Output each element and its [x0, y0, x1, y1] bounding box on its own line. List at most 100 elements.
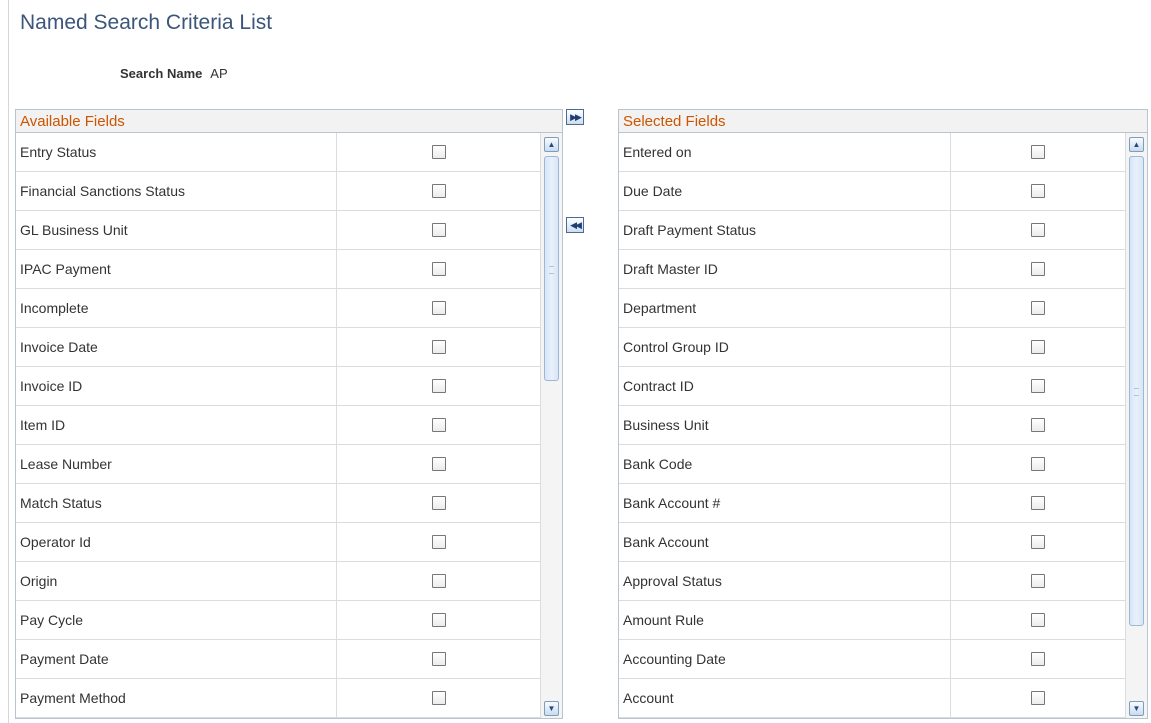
- selected-fields-grid: Selected Fields Entered on Due Date Draft …: [618, 109, 1148, 719]
- table-row: Amount Rule: [619, 601, 1125, 640]
- field-name: Invoice ID: [16, 367, 337, 405]
- search-name-value: AP: [210, 66, 228, 81]
- row-checkbox[interactable]: [431, 535, 446, 549]
- row-checkbox[interactable]: [431, 145, 446, 159]
- search-name-field: Search Name AP: [120, 66, 228, 81]
- select-cell: [951, 484, 1125, 522]
- table-row: Lease Number: [16, 445, 540, 484]
- row-checkbox[interactable]: [1031, 691, 1045, 705]
- row-checkbox[interactable]: [431, 574, 446, 588]
- table-row: Item ID: [16, 406, 540, 445]
- row-checkbox[interactable]: [1031, 418, 1045, 432]
- row-checkbox[interactable]: [1031, 652, 1045, 666]
- row-checkbox[interactable]: [1031, 262, 1045, 276]
- table-row: Bank Account: [619, 523, 1125, 562]
- row-checkbox[interactable]: [431, 652, 446, 666]
- scroll-down-arrow-icon[interactable]: ▼: [544, 701, 559, 716]
- select-cell: [951, 445, 1125, 483]
- table-row: Financial Sanctions Status: [16, 172, 540, 211]
- table-row: Invoice Date: [16, 328, 540, 367]
- select-cell: [337, 640, 540, 678]
- row-checkbox[interactable]: [1031, 340, 1045, 354]
- table-row: Payment Date: [16, 640, 540, 679]
- row-checkbox[interactable]: [1031, 145, 1045, 159]
- field-name: Amount Rule: [619, 601, 951, 639]
- select-cell: [951, 211, 1125, 249]
- scroll-up-arrow-icon[interactable]: ▲: [1129, 137, 1144, 152]
- row-checkbox[interactable]: [431, 691, 446, 705]
- row-checkbox[interactable]: [1031, 535, 1045, 549]
- table-row: Pay Cycle: [16, 601, 540, 640]
- select-cell: [951, 250, 1125, 288]
- select-cell: [951, 328, 1125, 366]
- scroll-up-arrow-icon[interactable]: ▲: [544, 137, 559, 152]
- field-name: IPAC Payment: [16, 250, 337, 288]
- page-title: Named Search Criteria List: [20, 11, 273, 34]
- move-to-available-button[interactable]: ◀◀: [566, 217, 584, 233]
- row-checkbox[interactable]: [431, 496, 446, 510]
- row-checkbox[interactable]: [1031, 223, 1045, 237]
- row-checkbox[interactable]: [431, 613, 446, 627]
- field-name: Approval Status: [619, 562, 951, 600]
- table-row: Account: [619, 679, 1125, 718]
- field-name: Financial Sanctions Status: [16, 172, 337, 210]
- selected-fields-header: Selected Fields: [619, 110, 1147, 133]
- row-checkbox[interactable]: [431, 184, 446, 198]
- field-name: Bank Account: [619, 523, 951, 561]
- field-name: Draft Payment Status: [619, 211, 951, 249]
- table-row: Invoice ID: [16, 367, 540, 406]
- grip-icon: [549, 265, 554, 274]
- field-name: Control Group ID: [619, 328, 951, 366]
- field-name: Bank Account #: [619, 484, 951, 522]
- table-row: IPAC Payment: [16, 250, 540, 289]
- scrollbar-thumb[interactable]: [544, 156, 559, 381]
- row-checkbox[interactable]: [431, 379, 446, 393]
- row-checkbox[interactable]: [431, 340, 446, 354]
- row-checkbox[interactable]: [1031, 379, 1045, 393]
- table-row: GL Business Unit: [16, 211, 540, 250]
- move-to-selected-button[interactable]: ▶▶: [566, 109, 584, 125]
- select-cell: [337, 523, 540, 561]
- field-name: Draft Master ID: [619, 250, 951, 288]
- table-row: Operator Id: [16, 523, 540, 562]
- table-row: Contract ID: [619, 367, 1125, 406]
- field-name: Incomplete: [16, 289, 337, 327]
- select-cell: [337, 484, 540, 522]
- select-cell: [337, 211, 540, 249]
- field-name: Business Unit: [619, 406, 951, 444]
- table-row: Approval Status: [619, 562, 1125, 601]
- row-checkbox[interactable]: [1031, 301, 1045, 315]
- scrollbar-thumb[interactable]: [1129, 156, 1144, 626]
- selected-fields-scrollbar[interactable]: ▲ ▼: [1125, 133, 1147, 718]
- row-checkbox[interactable]: [431, 223, 446, 237]
- select-cell: [337, 133, 540, 171]
- search-name-label: Search Name: [120, 66, 203, 81]
- scroll-down-arrow-icon[interactable]: ▼: [1129, 701, 1144, 716]
- field-name: Bank Code: [619, 445, 951, 483]
- row-checkbox[interactable]: [1031, 457, 1045, 471]
- available-fields-scrollbar[interactable]: ▲ ▼: [540, 133, 562, 718]
- select-cell: [951, 367, 1125, 405]
- row-checkbox[interactable]: [1031, 613, 1045, 627]
- row-checkbox[interactable]: [431, 418, 446, 432]
- row-checkbox[interactable]: [1031, 184, 1045, 198]
- field-name: GL Business Unit: [16, 211, 337, 249]
- field-name: Origin: [16, 562, 337, 600]
- row-checkbox[interactable]: [431, 457, 446, 471]
- table-row: Accounting Date: [619, 640, 1125, 679]
- field-name: Entered on: [619, 133, 951, 171]
- select-cell: [951, 133, 1125, 171]
- table-row: Due Date: [619, 172, 1125, 211]
- row-checkbox[interactable]: [431, 301, 446, 315]
- table-row: Entered on: [619, 133, 1125, 172]
- row-checkbox[interactable]: [1031, 574, 1045, 588]
- select-cell: [337, 289, 540, 327]
- select-cell: [951, 523, 1125, 561]
- select-cell: [337, 562, 540, 600]
- select-cell: [337, 601, 540, 639]
- grip-icon: [1134, 388, 1139, 396]
- row-checkbox[interactable]: [1031, 496, 1045, 510]
- row-checkbox[interactable]: [431, 262, 446, 276]
- select-cell: [951, 172, 1125, 210]
- available-fields-header: Available Fields: [16, 110, 562, 133]
